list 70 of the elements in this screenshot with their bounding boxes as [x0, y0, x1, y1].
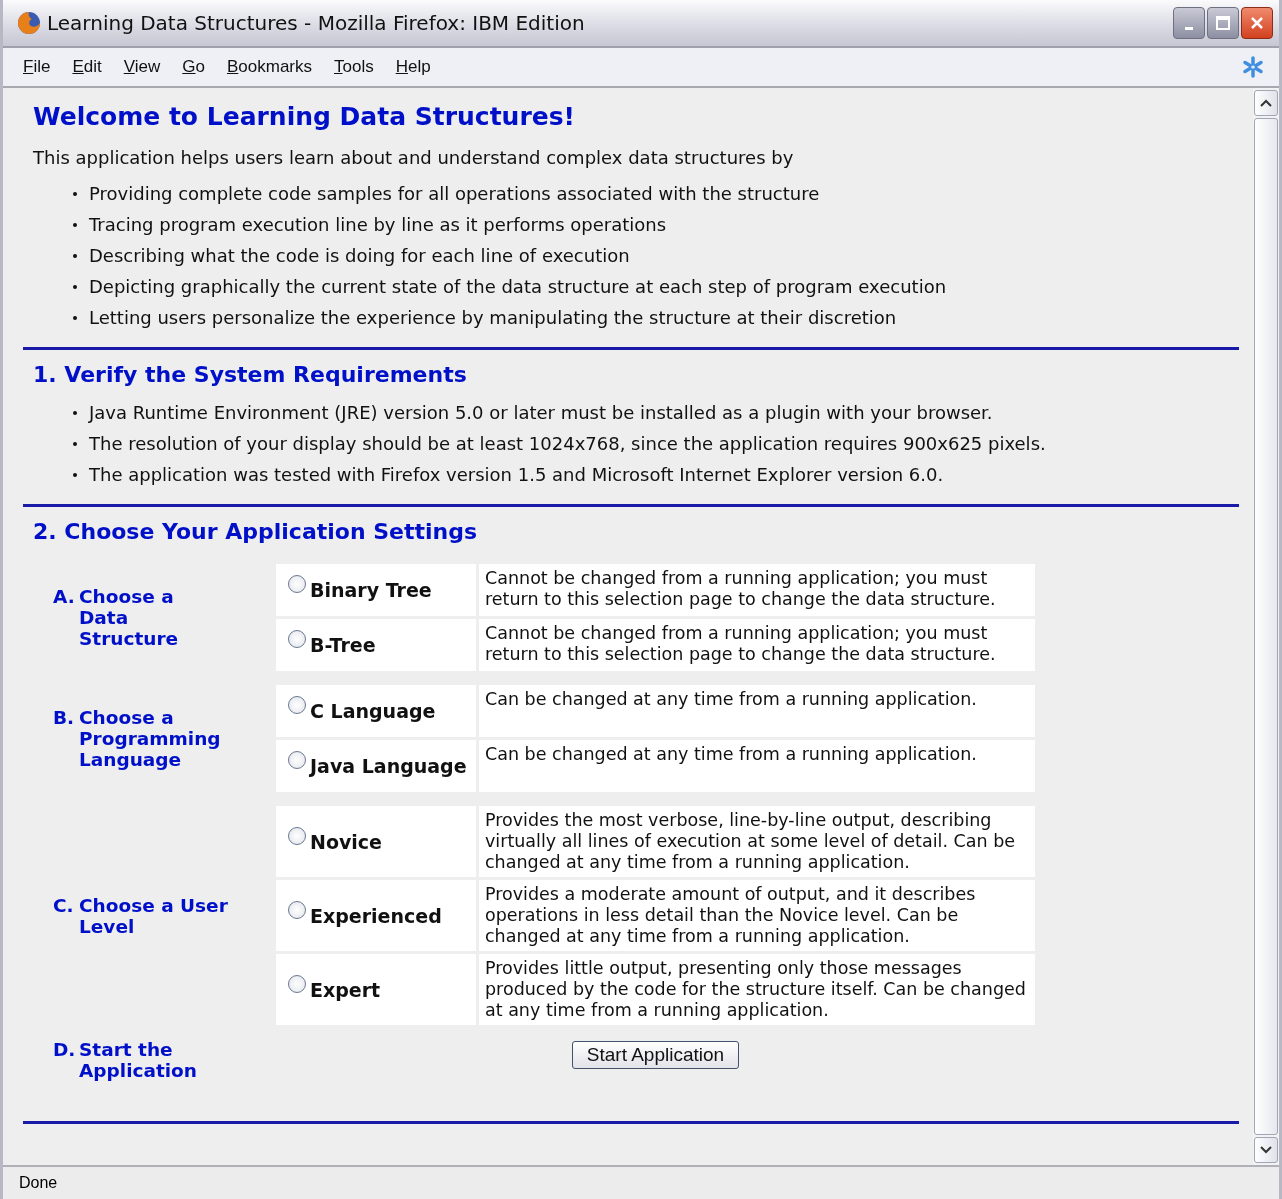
status-text: Done — [19, 1174, 58, 1192]
asterisk-icon — [1241, 55, 1265, 79]
window-title: Learning Data Structures - Mozilla Firefox: IBM Edition — [47, 11, 586, 35]
description-cell: Cannot be changed from a running application; you must return to this selection page to change the data structure. — [479, 564, 1035, 616]
option-label[interactable]: Binary Tree — [310, 579, 432, 601]
radio-button[interactable] — [288, 974, 306, 993]
step-letter: C. — [53, 894, 75, 916]
option-label[interactable]: Expert — [310, 978, 381, 1001]
minimize-icon — [1185, 26, 1193, 30]
bullet-icon — [73, 472, 77, 477]
section-heading: 2. Choose Your Application Settings — [33, 519, 479, 544]
option-label[interactable]: C Language — [310, 700, 436, 722]
section-heading: 1. Verify the System Requirements — [33, 362, 468, 387]
step-letter: B. — [53, 707, 76, 728]
radio-button[interactable] — [288, 900, 306, 919]
step-letter: A. — [53, 586, 76, 607]
option-label[interactable]: Experienced — [310, 904, 442, 927]
feature-item: Providing complete code samples for all operations associated with the structure — [89, 183, 820, 204]
bullet-icon — [73, 315, 77, 320]
scroll-down-button[interactable] — [1254, 1137, 1278, 1163]
close-icon — [1250, 16, 1264, 30]
bullet-icon — [73, 253, 77, 258]
menu-item[interactable]: Go — [182, 57, 205, 77]
menu-item[interactable]: Help — [395, 57, 431, 77]
radio-button[interactable] — [288, 826, 306, 845]
radio-button[interactable] — [288, 751, 306, 769]
option-label[interactable]: B-Tree — [310, 634, 376, 656]
step-label: Choose a User Level — [79, 894, 229, 937]
chevron-up-icon — [1260, 99, 1272, 107]
requirement-item: Java Runtime Environment (JRE) version 5.0 or later must be installed as a plugin with your browser. — [89, 402, 993, 423]
radio-button[interactable] — [288, 575, 306, 593]
bullet-icon — [73, 441, 77, 446]
description-cell: Can be changed at any time from a running application. — [479, 740, 1035, 792]
step-label: Start the Application — [79, 1039, 198, 1081]
page-heading: Welcome to Learning Data Structures! — [33, 102, 576, 131]
description-cell: Can be changed at any time from a running application. — [479, 685, 1035, 737]
intro-text: This application helps users learn about and understand complex data structures by — [33, 147, 795, 168]
menu-item[interactable]: Tools — [334, 57, 374, 77]
bullet-icon — [73, 222, 77, 227]
radio-button[interactable] — [288, 696, 306, 714]
bullet-icon — [73, 284, 77, 289]
start-button[interactable]: Start Application — [571, 1041, 740, 1069]
minimize-button[interactable] — [1173, 7, 1205, 39]
description-cell: Cannot be changed from a running application; you must return to this selection page to change the data structure. — [479, 619, 1035, 671]
step-label: Choose a Programming Language — [79, 707, 222, 770]
step-label: Choose a Data Structure — [79, 586, 180, 649]
option-label[interactable]: Java Language — [310, 755, 467, 777]
requirement-item: The resolution of your display should be at least 1024x768, since the application requires 900x625 pixels. — [89, 433, 1046, 454]
bullet-icon — [73, 410, 77, 415]
feature-item: Depicting graphically the current state of the data structure at each step of program execution — [89, 276, 947, 297]
maximize-button[interactable] — [1207, 7, 1239, 39]
bullet-icon — [73, 191, 77, 196]
maximize-icon — [1216, 16, 1230, 30]
requirement-item: The application was tested with Firefox version 1.5 and Microsoft Internet Explorer version 6.0. — [89, 464, 944, 485]
scroll-up-button[interactable] — [1254, 90, 1278, 116]
feature-item: Describing what the code is doing for each line of execution — [89, 245, 630, 266]
description-cell: Provides the most verbose, line-by-line output, describing virtually all lines of execution at some level of detail. Can be changed at any time from a running application. — [479, 806, 1035, 877]
step-letter: D. — [53, 1039, 77, 1060]
menu-item[interactable]: View — [123, 57, 161, 77]
close-button[interactable] — [1241, 7, 1273, 39]
menu-item[interactable]: Bookmarks — [227, 57, 312, 77]
description-cell: Provides little output, presenting only those messages produced by the code for the structure itself. Can be changed at any time from a running application. — [479, 954, 1035, 1025]
menu-item[interactable]: File — [23, 57, 51, 77]
radio-button[interactable] — [288, 630, 306, 648]
feature-item: Tracing program execution line by line as it performs operations — [89, 214, 667, 235]
feature-item: Letting users personalize the experience by manipulating the structure at their discretion — [89, 307, 897, 328]
option-label[interactable]: Novice — [310, 830, 382, 853]
chevron-down-icon — [1260, 1146, 1272, 1154]
menu-item[interactable]: Edit — [72, 57, 102, 77]
description-cell: Provides a moderate amount of output, and it describes operations in less detail than the Novice level. Can be changed at any time from a running application. — [479, 880, 1035, 951]
